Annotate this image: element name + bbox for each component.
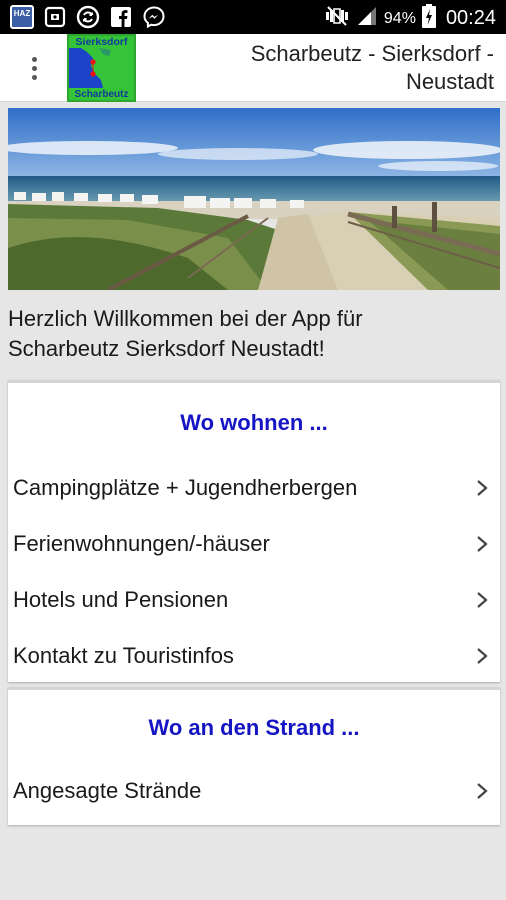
welcome-line1: Herzlich Willkommen bei der App für	[8, 306, 363, 331]
menu-dot	[31, 74, 37, 80]
logo-text-bottom: Scharbeutz	[74, 89, 129, 100]
signal-icon	[356, 5, 378, 32]
list-item-hotels[interactable]: Hotels und Pensionen	[8, 572, 500, 628]
list-item-label: Hotels und Pensionen	[13, 587, 229, 612]
section-card-wohnen: Wo wohnen ... Campingplätze + Jugendherb…	[8, 380, 500, 682]
haz-label: HAZ	[13, 9, 31, 18]
list-item-touristinfos[interactable]: Kontakt zu Touristinfos	[8, 628, 500, 684]
messenger-icon	[142, 5, 166, 29]
screenshot-icon	[43, 5, 67, 29]
logo-text-top: Sierksdorf	[75, 36, 128, 48]
chevron-right-icon	[477, 592, 488, 608]
battery-percent: 94%	[383, 9, 416, 27]
list-item-label: Campingplätze + Jugendherbergen	[13, 475, 358, 500]
mute-icon	[324, 5, 350, 32]
chevron-right-icon	[477, 536, 488, 552]
list-item-ferienwohnungen[interactable]: Ferienwohnungen/-häuser	[8, 516, 500, 572]
app-bar: Sierksdorf Scharbeutz Scharbeutz - Sierk…	[0, 34, 506, 102]
hero-beach-image	[8, 108, 500, 290]
list-item-straende[interactable]: Angesagte Strände	[8, 763, 500, 819]
haz-app-icon: HAZ	[10, 5, 34, 29]
welcome-line2: Scharbeutz Sierksdorf Neustadt!	[8, 336, 325, 361]
section-header-wohnen: Wo wohnen ...	[180, 410, 328, 435]
status-bar: HAZ 94% 00:24	[0, 0, 506, 34]
list-item-label: Ferienwohnungen/-häuser	[13, 531, 270, 556]
sync-icon	[76, 5, 100, 29]
system-status-icons: 94% 00:24	[324, 4, 496, 33]
notification-icons: HAZ	[10, 5, 166, 29]
chevron-right-icon	[477, 480, 488, 496]
beach-photo	[8, 108, 500, 290]
app-title: Scharbeutz - Sierksdorf - Neustadt	[194, 40, 494, 96]
clock: 00:24	[445, 7, 496, 29]
section-header-strand: Wo an den Strand ...	[148, 715, 360, 740]
chevron-right-icon	[477, 648, 488, 664]
app-title-line1: Scharbeutz - Sierksdorf -	[250, 41, 494, 66]
list-item-label: Angesagte Strände	[13, 778, 202, 803]
app-title-line2: Neustadt	[405, 69, 494, 94]
overflow-menu-button[interactable]	[20, 52, 48, 84]
battery-icon	[421, 4, 436, 33]
section-card-strand: Wo an den Strand ... Angesagte Strände	[8, 687, 500, 825]
menu-dot	[31, 56, 37, 62]
chevron-right-icon	[477, 783, 488, 799]
menu-dot	[31, 65, 37, 71]
list-item-label: Kontakt zu Touristinfos	[13, 643, 234, 668]
app-logo: Sierksdorf Scharbeutz	[67, 34, 136, 102]
welcome-text: Herzlich Willkommen bei der App für Scha…	[8, 304, 500, 364]
facebook-icon	[109, 5, 133, 29]
list-item-camping[interactable]: Campingplätze + Jugendherbergen	[8, 460, 500, 516]
